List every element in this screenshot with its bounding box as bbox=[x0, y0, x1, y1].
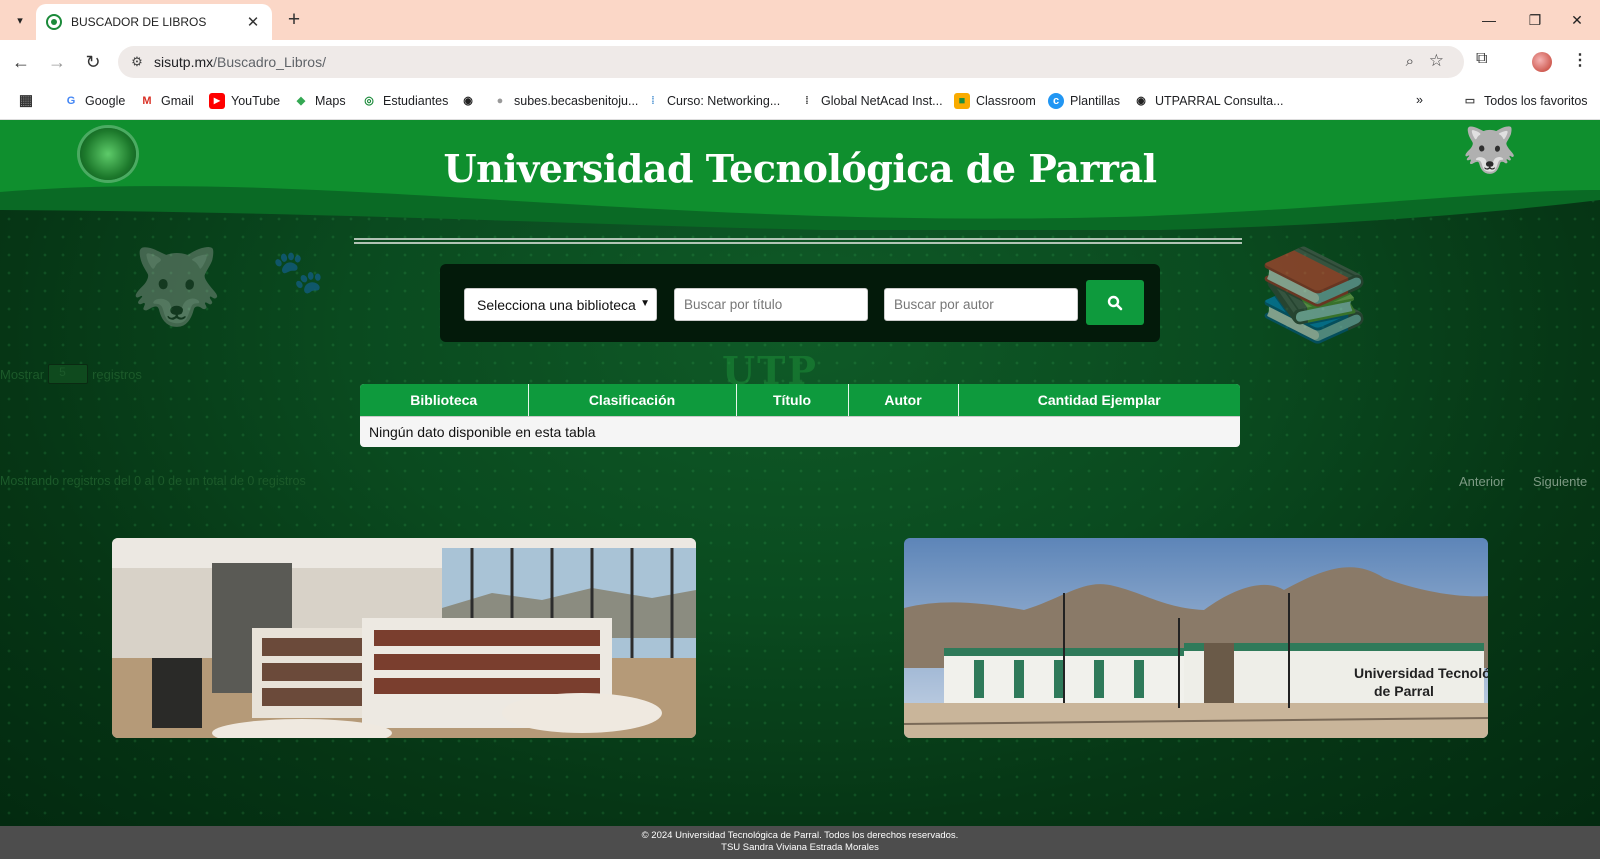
books-outline-icon: 📚 bbox=[1258, 245, 1371, 345]
page-footer: © 2024 Universidad Tecnológica de Parral… bbox=[0, 826, 1600, 859]
library-select-value: Selecciona una biblioteca bbox=[477, 296, 636, 313]
length-suffix: registros bbox=[92, 366, 142, 382]
bookmark-globe[interactable]: ◉ bbox=[460, 93, 482, 109]
bookmark-netacad[interactable]: ⁞ Global NetAcad Inst... bbox=[799, 93, 942, 109]
close-window-icon[interactable]: ✕ bbox=[1554, 0, 1600, 40]
profile-avatar[interactable] bbox=[1532, 52, 1552, 72]
bookmark-estudiantes[interactable]: ◎ Estudiantes bbox=[361, 93, 448, 109]
bookmark-plantillas[interactable]: c Plantillas bbox=[1048, 93, 1120, 109]
books-table: Biblioteca Clasificación Título Autor Ca… bbox=[360, 384, 1240, 447]
table-row: Ningún dato disponible en esta tabla bbox=[360, 416, 1240, 447]
bookmark-classroom[interactable]: ■ Classroom bbox=[954, 93, 1036, 109]
footer-copyright: © 2024 Universidad Tecnológica de Parral… bbox=[641, 830, 959, 841]
length-prefix: Mostrar bbox=[0, 366, 45, 382]
site-favicon-icon bbox=[46, 14, 62, 30]
tab-close-icon[interactable]: ✕ bbox=[244, 13, 262, 31]
svg-text:Universidad Tecnológica: Universidad Tecnológica bbox=[1354, 665, 1488, 681]
library-select[interactable]: Selecciona una biblioteca ▼ bbox=[464, 288, 657, 321]
minimize-icon[interactable]: — bbox=[1466, 0, 1512, 40]
url-host: sisutp.mx bbox=[154, 54, 214, 70]
url-text[interactable]: sisutp.mx/Buscadro_Libros/ bbox=[154, 54, 326, 70]
table-info: Mostrando registros del 0 al 0 de un tot… bbox=[0, 474, 306, 488]
chevron-down-icon: ▼ bbox=[640, 298, 650, 309]
bookmark-google[interactable]: G Google bbox=[63, 93, 126, 109]
wolf-mascot-icon: 🐺 bbox=[1462, 126, 1517, 175]
title-search-input[interactable]: Buscar por título bbox=[674, 288, 868, 321]
col-biblioteca[interactable]: Biblioteca bbox=[360, 384, 529, 417]
header-divider bbox=[354, 238, 1242, 244]
tab-search-dropdown-icon[interactable]: ▾ bbox=[8, 8, 32, 32]
apps-grid-icon[interactable]: ▦ bbox=[18, 93, 40, 109]
footer-author: TSU Sandra Viviana Estrada Morales bbox=[721, 842, 879, 853]
bookmark-networking[interactable]: ⁞ Curso: Networking... bbox=[645, 93, 780, 109]
bookmark-star-icon[interactable]: ☆ bbox=[1429, 51, 1444, 71]
campus-building-photo: Universidad Tecnológica de Parral bbox=[904, 538, 1488, 738]
col-cantidad[interactable]: Cantidad Ejemplar bbox=[958, 384, 1240, 417]
url-path: /Buscadro_Libros/ bbox=[213, 54, 326, 70]
search-icon bbox=[1107, 295, 1123, 310]
search-button[interactable] bbox=[1086, 280, 1144, 325]
bookmark-subes[interactable]: ● subes.becasbenitoju... bbox=[492, 93, 639, 109]
bookmarks-bar: ▦ G Google M Gmail ▶ YouTube ◆ Maps ◎ Estudia… bbox=[0, 84, 1600, 120]
reload-icon[interactable]: ↻ bbox=[78, 47, 108, 77]
tab-title: BUSCADOR DE LIBROS bbox=[71, 15, 207, 29]
restore-icon[interactable]: ❐ bbox=[1512, 0, 1558, 40]
tab-strip: ▾ BUSCADOR DE LIBROS ✕ + — ❐ ✕ bbox=[0, 0, 1600, 40]
address-bar[interactable]: ⚙ sisutp.mx/Buscadro_Libros/ ⌕ ☆ bbox=[118, 46, 1464, 78]
menu-icon[interactable]: ⋮ bbox=[1572, 50, 1588, 70]
previous-page-button[interactable]: Anterior bbox=[1459, 474, 1505, 489]
site-info-icon[interactable]: ⚙ bbox=[126, 54, 148, 70]
paw-print-icon: 🐾 bbox=[272, 248, 325, 295]
bookmark-youtube[interactable]: ▶ YouTube bbox=[209, 93, 280, 109]
site-title: Universidad Tecnológica de Parral bbox=[443, 146, 1157, 191]
empty-table-message: Ningún dato disponible en esta tabla bbox=[369, 423, 596, 440]
library-interior-photo bbox=[112, 538, 696, 738]
length-select[interactable]: 5 bbox=[48, 364, 89, 384]
col-clasificacion[interactable]: Clasificación bbox=[528, 384, 737, 417]
table-length-control: Mostrar 5 registros bbox=[0, 364, 142, 384]
extensions-icon[interactable]: ⧉ bbox=[1476, 50, 1487, 68]
svg-text:de Parral: de Parral bbox=[1374, 683, 1434, 699]
wolf-outline-icon: 🐺 bbox=[130, 245, 223, 328]
bookmark-utparral[interactable]: ◉ UTPARRAL Consulta... bbox=[1133, 93, 1283, 109]
col-autor[interactable]: Autor bbox=[848, 384, 959, 417]
active-tab[interactable]: BUSCADOR DE LIBROS ✕ bbox=[36, 4, 272, 40]
navigation-bar: ← → ↻ ⚙ sisutp.mx/Buscadro_Libros/ ⌕ ☆ ⧉… bbox=[0, 40, 1600, 84]
zoom-icon[interactable]: ⌕ bbox=[1406, 53, 1414, 70]
more-bookmarks-icon[interactable]: » bbox=[1416, 93, 1423, 107]
col-titulo[interactable]: Título bbox=[736, 384, 849, 417]
back-arrow-icon[interactable]: ← bbox=[6, 47, 36, 77]
author-search-input[interactable]: Buscar por autor bbox=[884, 288, 1078, 321]
page-content: Universidad Tecnológica de Parral 🐺 🐺 🐾 … bbox=[0, 120, 1600, 826]
next-page-button[interactable]: Siguiente bbox=[1533, 474, 1587, 489]
bookmark-gmail[interactable]: M Gmail bbox=[139, 93, 193, 109]
new-tab-button[interactable]: + bbox=[280, 6, 308, 34]
bookmark-maps[interactable]: ◆ Maps bbox=[293, 93, 346, 109]
all-bookmarks-folder[interactable]: ▭ Todos los favoritos bbox=[1462, 93, 1588, 109]
forward-arrow-icon[interactable]: → bbox=[42, 47, 72, 77]
